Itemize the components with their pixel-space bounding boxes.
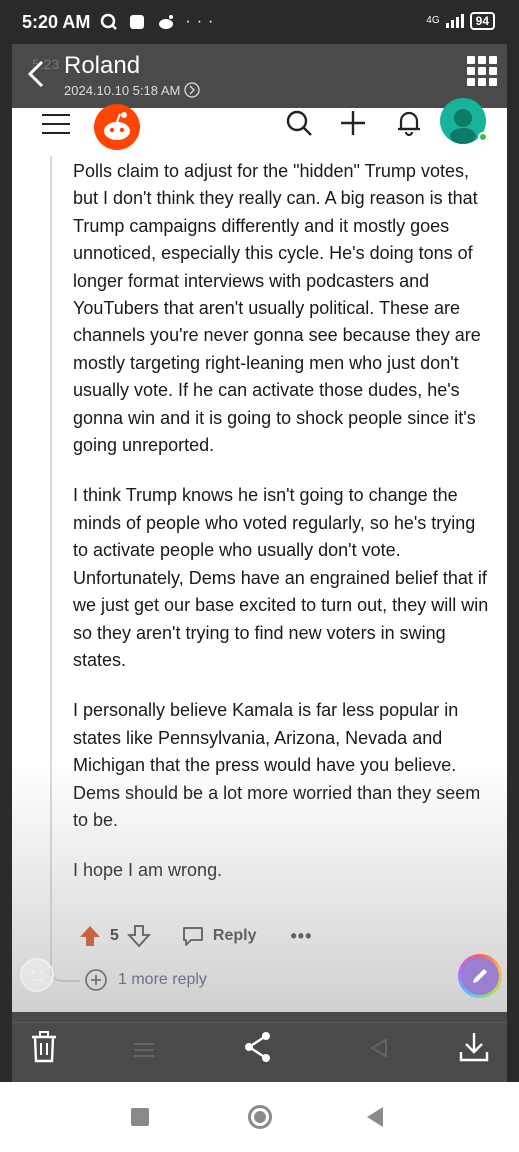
comment-paragraph: I personally believe Kamala is far less … bbox=[73, 700, 481, 830]
reply-connector bbox=[50, 964, 80, 982]
viewer-toolbar bbox=[12, 1012, 507, 1082]
thread-line[interactable] bbox=[50, 156, 52, 976]
grid-icon[interactable] bbox=[467, 56, 497, 86]
network-type: 4G bbox=[426, 15, 440, 26]
comment-paragraph: Polls claim to adjust for the "hidden" T… bbox=[73, 161, 481, 456]
share-icon[interactable] bbox=[242, 1030, 274, 1064]
status-time: 5:20 AM bbox=[22, 12, 91, 32]
toolbar-divider bbox=[12, 1022, 507, 1023]
triangle-icon bbox=[369, 1038, 387, 1058]
trash-icon[interactable] bbox=[28, 1030, 60, 1064]
chevron-right-circle-icon[interactable] bbox=[184, 82, 200, 98]
chevron-left-icon[interactable] bbox=[20, 56, 52, 92]
reddit-logo[interactable] bbox=[94, 104, 140, 150]
viewer-title: Roland bbox=[64, 52, 141, 79]
smiley-face-icon bbox=[30, 970, 44, 982]
viewer-header: 5:23 Roland 2024.10.10 5:18 AM bbox=[12, 44, 507, 108]
online-status-dot bbox=[478, 132, 488, 142]
battery-icon: 94 bbox=[469, 12, 495, 30]
more-notifications-icon: ··· bbox=[185, 13, 220, 30]
status-right: 4G 94 bbox=[426, 12, 495, 30]
edit-button[interactable] bbox=[458, 954, 502, 998]
viewer-date: 2024.10.10 5:18 AM bbox=[64, 82, 200, 98]
viewer-date-text: 2024.10.10 5:18 AM bbox=[64, 83, 181, 98]
more-replies-label: 1 more reply bbox=[118, 971, 207, 988]
arrow-down-icon[interactable] bbox=[126, 924, 151, 948]
comment-paragraph: I hope I am wrong. bbox=[73, 860, 223, 881]
notification-icons: ··· bbox=[100, 13, 219, 31]
comment-actions: 5 Reply ••• bbox=[78, 920, 312, 952]
bell-icon[interactable] bbox=[394, 108, 424, 138]
search-icon[interactable] bbox=[284, 108, 314, 138]
reddit-alien-icon bbox=[104, 112, 130, 140]
comment-body: Polls claim to adjust for the "hidden" T… bbox=[73, 158, 493, 908]
reddit-notification-icon bbox=[158, 15, 173, 29]
pencil-icon bbox=[461, 957, 499, 995]
back-button[interactable] bbox=[367, 1107, 383, 1127]
reddit-header bbox=[12, 98, 507, 156]
signal-icon bbox=[445, 14, 464, 28]
plus-icon[interactable] bbox=[338, 108, 368, 138]
app-notification-icon bbox=[130, 15, 145, 29]
avatar[interactable] bbox=[440, 98, 488, 144]
download-icon[interactable] bbox=[458, 1030, 490, 1064]
more-options-button[interactable]: ••• bbox=[290, 926, 312, 947]
status-bar: 5:20 AM ··· 4G 94 bbox=[0, 0, 519, 44]
hamburger-icon[interactable] bbox=[42, 114, 70, 138]
speech-bubble-icon bbox=[183, 927, 203, 946]
list-icon bbox=[134, 1043, 154, 1057]
comment-paragraph: I think Trump knows he isn't going to ch… bbox=[73, 485, 489, 670]
search-notification-icon bbox=[100, 13, 117, 30]
home-button[interactable] bbox=[248, 1105, 272, 1129]
recents-button[interactable] bbox=[131, 1108, 149, 1126]
reply-button[interactable]: Reply bbox=[181, 925, 257, 947]
more-replies-link[interactable]: 1 more reply bbox=[84, 968, 207, 992]
vote-count: 5 bbox=[110, 927, 119, 944]
android-nav-bar bbox=[0, 1082, 519, 1152]
reply-label: Reply bbox=[212, 927, 257, 944]
smiley-icon[interactable] bbox=[20, 958, 54, 992]
plus-circle-icon bbox=[85, 969, 107, 991]
arrow-up-icon[interactable] bbox=[78, 924, 102, 948]
comment-thread: Polls claim to adjust for the "hidden" T… bbox=[12, 156, 507, 1012]
